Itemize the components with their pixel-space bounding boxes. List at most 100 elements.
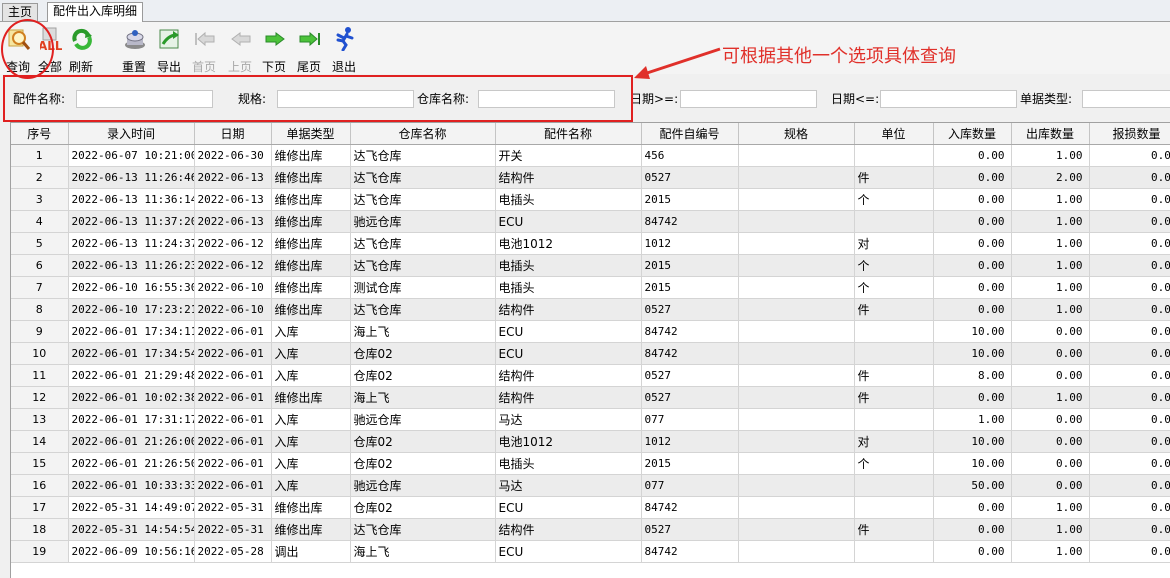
table-row[interactable]: 12 2022-06-01 10:02:38 2022-06-01 维修出库 海上飞 结构… xyxy=(11,386,1170,409)
first-page-button-label: 首页 xyxy=(191,60,216,74)
refresh-button[interactable]: 刷新 xyxy=(64,25,98,74)
cell-date: 2022-06-01 xyxy=(194,474,272,497)
table-row[interactable]: 11 2022-06-01 21:29:48 2022-06-01 入库 仓库02 结构件… xyxy=(11,364,1170,387)
table-row[interactable]: 16 2022-06-01 10:33:33 2022-06-01 入库 驰远仓库 马达 0… xyxy=(11,474,1170,497)
next-page-button-label: 下页 xyxy=(261,60,286,74)
date-to-input[interactable] xyxy=(880,90,1017,108)
cell-spec xyxy=(738,452,855,475)
cell-spec xyxy=(738,364,855,387)
table-row[interactable]: 4 2022-06-13 11:37:20 2022-06-13 维修出库 驰远仓库 EC… xyxy=(11,210,1170,233)
reset-button[interactable]: 重置 xyxy=(117,25,151,74)
col-header-spec[interactable]: 规格 xyxy=(738,123,855,145)
export-button[interactable]: 导出 xyxy=(152,25,186,74)
cell-date: 2022-06-12 xyxy=(194,232,272,255)
prev-page-button-label: 上页 xyxy=(227,60,252,74)
cell-seq: 5 xyxy=(11,232,69,255)
tab-home[interactable]: 主页 xyxy=(2,3,39,21)
cell-in-qty: 1.00 xyxy=(933,408,1012,431)
table-row[interactable]: 8 2022-06-10 17:23:21 2022-06-10 维修出库 达飞仓库 结构… xyxy=(11,298,1170,321)
cell-part-code: 077 xyxy=(641,408,739,431)
col-header-entry-time[interactable]: 录入时间 xyxy=(68,123,195,145)
cell-seq: 2 xyxy=(11,166,69,189)
cell-seq: 8 xyxy=(11,298,69,321)
col-header-unit[interactable]: 单位 xyxy=(854,123,934,145)
table-row[interactable]: 9 2022-06-01 17:34:11 2022-06-01 入库 海上飞 ECU 84… xyxy=(11,320,1170,343)
date-from-input[interactable] xyxy=(680,90,817,108)
col-header-in-qty[interactable]: 入库数量 xyxy=(933,123,1012,145)
first-page-icon xyxy=(195,31,215,47)
cell-in-qty: 10.00 xyxy=(933,452,1012,475)
cell-unit: 件 xyxy=(854,298,934,321)
doc-type-select[interactable] xyxy=(1082,90,1170,108)
refresh-icon xyxy=(72,28,92,50)
cell-unit: 个 xyxy=(854,254,934,277)
cell-date: 2022-06-13 xyxy=(194,166,272,189)
col-header-warehouse[interactable]: 仓库名称 xyxy=(350,123,496,145)
cell-warehouse: 达飞仓库 xyxy=(350,518,496,541)
cell-part-name: 结构件 xyxy=(495,166,642,189)
cell-part-code: 84742 xyxy=(641,342,739,365)
first-page-button[interactable]: 首页 xyxy=(187,25,221,74)
cell-part-name: ECU xyxy=(495,540,642,563)
cell-spec xyxy=(738,276,855,299)
cell-warehouse: 海上飞 xyxy=(350,386,496,409)
table-row[interactable]: 13 2022-06-01 17:31:17 2022-06-01 入库 驰远仓库 马达 0… xyxy=(11,408,1170,431)
table-row[interactable]: 6 2022-06-13 11:26:23 2022-06-12 维修出库 达飞仓库 电插… xyxy=(11,254,1170,277)
table-row[interactable]: 7 2022-06-10 16:55:30 2022-06-10 维修出库 测试仓库 电插… xyxy=(11,276,1170,299)
cell-in-qty: 10.00 xyxy=(933,320,1012,343)
cell-out-qty: 1.00 xyxy=(1011,518,1090,541)
table-row[interactable]: 19 2022-06-09 10:56:16 2022-05-28 调出 海上飞 ECU 8… xyxy=(11,540,1170,563)
cell-out-qty: 0.00 xyxy=(1011,430,1090,453)
col-header-part-name[interactable]: 配件名称 xyxy=(495,123,642,145)
cell-date: 2022-06-01 xyxy=(194,430,272,453)
cell-part-name: 结构件 xyxy=(495,518,642,541)
col-header-seq[interactable]: 序号 xyxy=(11,123,69,145)
cell-seq: 10 xyxy=(11,342,69,365)
col-header-out-qty[interactable]: 出库数量 xyxy=(1011,123,1090,145)
table-row[interactable]: 5 2022-06-13 11:24:37 2022-06-12 维修出库 达飞仓库 电池… xyxy=(11,232,1170,255)
cell-in-qty: 0.00 xyxy=(933,540,1012,563)
col-header-part-code[interactable]: 配件自编号 xyxy=(641,123,739,145)
cell-doc-type: 维修出库 xyxy=(271,144,351,167)
col-header-date[interactable]: 日期 xyxy=(194,123,272,145)
cell-seq: 18 xyxy=(11,518,69,541)
exit-button[interactable]: 退出 xyxy=(327,25,361,74)
cell-doc-type: 入库 xyxy=(271,342,351,365)
cell-out-qty: 1.00 xyxy=(1011,298,1090,321)
table-row[interactable]: 15 2022-06-01 21:26:50 2022-06-01 入库 仓库02 电插头… xyxy=(11,452,1170,475)
cell-doc-type: 维修出库 xyxy=(271,298,351,321)
cell-loss-qty: 0.00 xyxy=(1089,232,1170,255)
cell-out-qty: 1.00 xyxy=(1011,276,1090,299)
table-row[interactable]: 17 2022-05-31 14:49:07 2022-05-31 维修出库 仓库02 E… xyxy=(11,496,1170,519)
next-page-button[interactable]: 下页 xyxy=(257,25,291,74)
table-row[interactable]: 2 2022-06-13 11:26:46 2022-06-13 维修出库 达飞仓库 结构… xyxy=(11,166,1170,189)
prev-page-button[interactable]: 上页 xyxy=(223,25,257,74)
cell-out-qty: 0.00 xyxy=(1011,364,1090,387)
cell-loss-qty: 0.00 xyxy=(1089,276,1170,299)
cell-in-qty: 0.00 xyxy=(933,386,1012,409)
cell-seq: 4 xyxy=(11,210,69,233)
cell-in-qty: 0.00 xyxy=(933,166,1012,189)
table-row[interactable]: 10 2022-06-01 17:34:54 2022-06-01 入库 仓库02 ECU… xyxy=(11,342,1170,365)
annotation-arrow-icon xyxy=(634,47,721,79)
cell-date: 2022-06-01 xyxy=(194,386,272,409)
cell-in-qty: 0.00 xyxy=(933,210,1012,233)
cell-entry-time: 2022-06-01 17:31:17 xyxy=(68,408,195,431)
last-page-button[interactable]: 尾页 xyxy=(292,25,326,74)
tab-parts-inout-detail[interactable]: 配件出入库明细 xyxy=(47,2,144,22)
col-header-loss-qty[interactable]: 报损数量 xyxy=(1089,123,1170,145)
col-header-doc-type[interactable]: 单据类型 xyxy=(271,123,351,145)
cell-doc-type: 维修出库 xyxy=(271,210,351,233)
cell-part-code: 2015 xyxy=(641,254,739,277)
cell-warehouse: 仓库02 xyxy=(350,496,496,519)
cell-out-qty: 0.00 xyxy=(1011,342,1090,365)
table-row[interactable]: 3 2022-06-13 11:36:14 2022-06-13 维修出库 达飞仓库 电插… xyxy=(11,188,1170,211)
cell-out-qty: 0.00 xyxy=(1011,474,1090,497)
table-row[interactable]: 18 2022-05-31 14:54:54 2022-05-31 维修出库 达飞仓库结… xyxy=(11,518,1170,541)
cell-warehouse: 仓库02 xyxy=(350,452,496,475)
table-row[interactable]: 1 2022-06-07 10:21:00 2022-06-30 维修出库 达飞仓库 开关… xyxy=(11,144,1170,167)
cell-seq: 9 xyxy=(11,320,69,343)
table-row[interactable]: 14 2022-06-01 21:26:00 2022-06-01 入库 仓库02 电池1… xyxy=(11,430,1170,453)
cell-seq: 1 xyxy=(11,144,69,167)
cell-unit xyxy=(854,408,934,431)
